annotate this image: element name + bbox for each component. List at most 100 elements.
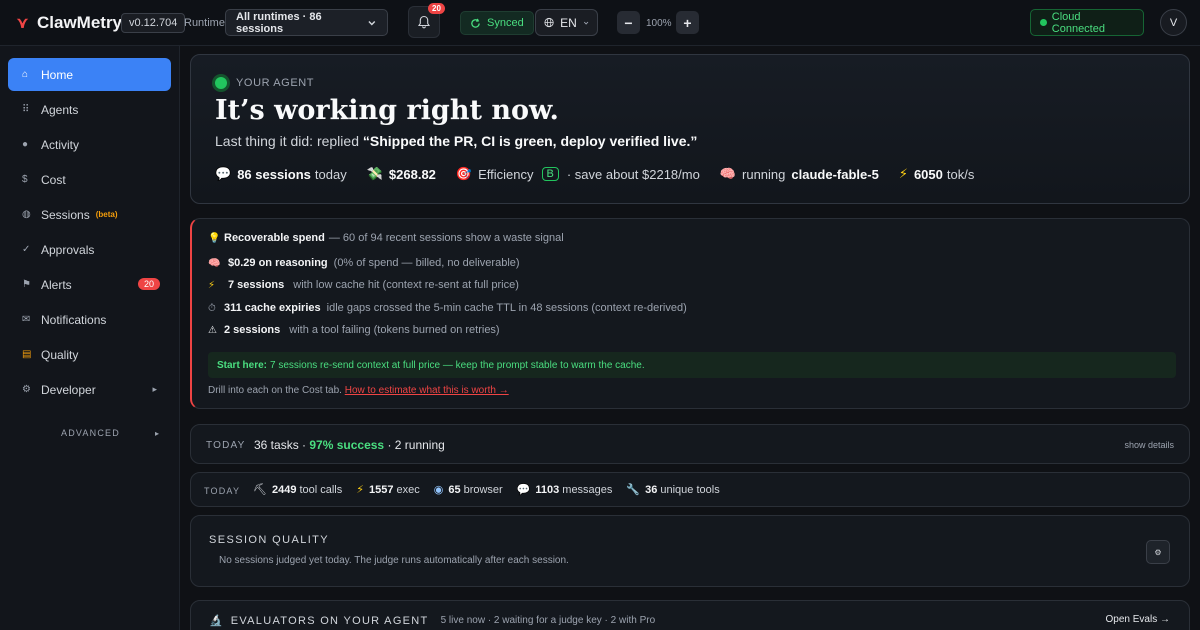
sidebar-item-developer[interactable]: ⚙ Developer ▸ xyxy=(8,373,171,406)
notifications-count-badge: 20 xyxy=(428,3,445,14)
evaluators-subtitle: 5 live now · 2 waiting for a judge key ·… xyxy=(440,615,656,626)
notifications-button[interactable]: 20 xyxy=(408,3,445,38)
flag-icon: ⚑ xyxy=(22,279,31,290)
user-avatar[interactable]: V xyxy=(1160,9,1187,36)
today-running: · 2 running xyxy=(387,438,445,452)
stat-speed[interactable]: ⚡ 6050 tok/s xyxy=(899,166,975,182)
sidebar-item-sessions[interactable]: ◍ Sessions (beta) xyxy=(8,198,171,231)
runtime-select[interactable]: All runtimes · 86 sessions xyxy=(225,9,388,36)
tool-stats-row: ⛏ 2449 tool calls ⚡ 1557 exec ◉ 65 brows… xyxy=(253,483,734,497)
today-tag: TODAY xyxy=(206,440,246,451)
open-evals-link[interactable]: Open Evals → xyxy=(1106,614,1170,625)
waste-row-value: 2 sessions xyxy=(224,324,281,336)
tool-stat-value: 36 xyxy=(645,483,658,496)
app-logo[interactable]: ⋎ ClawMetry xyxy=(16,12,122,34)
sidebar-item-label: Quality xyxy=(41,347,79,362)
sidebar-item-label: Sessions xyxy=(41,207,90,222)
sidebar: ⌂ Home ⠿ Agents ● Activity $ Cost ◍ Sess… xyxy=(0,46,180,630)
globe-icon xyxy=(544,17,554,28)
target-icon: 🎯 xyxy=(455,166,473,181)
start-here-text: 7 sessions re-send context at full price… xyxy=(270,359,645,371)
sidebar-item-notifications[interactable]: ✉ Notifications xyxy=(8,303,171,336)
money-icon: 💸 xyxy=(366,166,383,181)
runtime-value: All runtimes · 86 sessions xyxy=(236,10,322,35)
claw-logo-icon: ⋎ xyxy=(16,15,29,32)
sidebar-item-approvals[interactable]: ✓ Approvals xyxy=(8,233,171,266)
tool-stat-label: tool calls xyxy=(299,483,343,496)
wrench-icon: 🔧 xyxy=(626,484,641,496)
waste-row-value: 7 sessions xyxy=(228,279,285,291)
recoverable-spend-label: Recoverable spend xyxy=(224,232,325,244)
version-badge: v0.12.704 xyxy=(121,13,186,33)
lightning-icon: ⚡ xyxy=(208,279,216,291)
chevron-down-icon xyxy=(368,20,376,25)
stat-model[interactable]: 🧠 running claude-fable-5 xyxy=(720,166,879,182)
zoom-out-button[interactable]: − xyxy=(617,11,640,34)
bell-icon xyxy=(417,15,431,29)
language-select[interactable]: EN xyxy=(535,9,598,36)
today-summary-text: 36 tasks · 97% success · 2 running xyxy=(254,438,445,452)
show-details-link[interactable]: show details xyxy=(1124,440,1174,450)
stat-efficiency[interactable]: 🎯 Efficiency B · save about $2218/mo xyxy=(456,166,700,182)
sidebar-item-alerts[interactable]: ⚑ Alerts 20 xyxy=(8,268,171,301)
waste-row-reasoning[interactable]: 🧠 $0.29 on reasoning (0% of spend — bill… xyxy=(208,257,520,269)
grid-icon: ⠿ xyxy=(22,104,30,115)
session-quality-description: No sessions judged yet today. The judge … xyxy=(219,555,569,566)
sidebar-item-quality[interactable]: ▤ Quality xyxy=(8,338,171,371)
sidebar-item-label: Developer xyxy=(41,382,96,397)
refresh-icon xyxy=(471,18,480,28)
sync-status-label: Synced xyxy=(487,17,524,29)
start-here-callout: Start here: 7 sessions re-send context a… xyxy=(208,352,1176,378)
estimate-worth-link[interactable]: How to estimate what this is worth → xyxy=(345,385,509,396)
stat-spend[interactable]: 💸 $268.82 xyxy=(367,166,436,182)
sidebar-item-agents[interactable]: ⠿ Agents xyxy=(8,93,171,126)
speech-bubble-icon: 💬 xyxy=(516,484,531,496)
today-tools-card: TODAY ⛏ 2449 tool calls ⚡ 1557 exec ◉ 65… xyxy=(190,472,1190,507)
memo-icon: ▤ xyxy=(22,349,32,360)
stat-spend-value: $268.82 xyxy=(388,166,436,182)
gear-icon: ⚙ xyxy=(22,384,31,395)
cloud-status-button[interactable]: Cloud Connected xyxy=(1030,9,1144,36)
stat-sessions[interactable]: 💬 86 sessions today xyxy=(215,166,347,182)
agent-status-card: YOUR AGENT It’s working right now. Last … xyxy=(190,54,1190,204)
check-icon: ✓ xyxy=(22,244,31,255)
today-tag: TODAY xyxy=(204,486,241,496)
tool-stat-label: messages xyxy=(562,483,613,496)
sidebar-item-activity[interactable]: ● Activity xyxy=(8,128,171,161)
chevron-right-icon: ▸ xyxy=(152,384,157,394)
last-action: Last thing it did: replied “Shipped the … xyxy=(215,133,697,149)
sync-status-button[interactable]: Synced xyxy=(460,11,534,35)
model-prefix: running xyxy=(742,166,786,182)
session-quality-title: SESSION QUALITY xyxy=(209,534,330,546)
waste-row-tool-failing[interactable]: ⚠ 2 sessions with a tool failing (tokens… xyxy=(208,324,500,336)
tool-stat-calls: ⛏ 2449 tool calls xyxy=(253,483,343,497)
microscope-icon: 🔬 xyxy=(209,615,223,627)
efficiency-grade-badge: B xyxy=(541,167,559,181)
last-action-quote: “Shipped the PR, CI is green, deploy ver… xyxy=(362,133,698,149)
hammer-icon: ⛏ xyxy=(253,484,267,496)
waste-row-cache-hit[interactable]: ⚡ 7 sessions with low cache hit (context… xyxy=(208,279,519,291)
sidebar-item-cost[interactable]: $ Cost xyxy=(8,163,171,196)
model-name: claude-fable-5 xyxy=(791,166,879,182)
sidebar-item-label: Approvals xyxy=(41,242,95,257)
home-icon: ⌂ xyxy=(22,69,29,80)
lightbulb-icon: 💡 xyxy=(208,232,221,244)
efficiency-suffix: · save about $2218/mo xyxy=(566,166,700,182)
sidebar-item-home[interactable]: ⌂ Home xyxy=(8,58,171,91)
agent-status-header: YOUR AGENT xyxy=(215,77,314,89)
plus-icon: + xyxy=(683,14,692,31)
speed-value: 6050 xyxy=(913,166,943,182)
zoom-in-button[interactable]: + xyxy=(676,11,699,34)
tool-stat-unique: 🔧 36 unique tools xyxy=(626,483,719,497)
sidebar-item-label: Home xyxy=(41,67,74,82)
runtime-label: Runtime xyxy=(184,17,225,29)
activity-dot-icon: ● xyxy=(22,139,29,150)
cloud-status-label: Cloud Connected xyxy=(1051,10,1105,35)
quality-settings-button[interactable]: ⚙ xyxy=(1146,540,1170,564)
globe-icon: ◉ xyxy=(433,484,444,496)
advanced-section-toggle[interactable]: ADVANCED xyxy=(61,428,120,438)
speed-unit: tok/s xyxy=(946,166,975,182)
waste-row-text: (0% of spend — billed, no deliverable) xyxy=(333,257,520,269)
waste-row-cache-expiry[interactable]: ⏱ 311 cache expiries idle gaps crossed t… xyxy=(208,302,687,314)
recoverable-spend-title: 💡 Recoverable spend — 60 of 94 recent se… xyxy=(208,232,564,244)
